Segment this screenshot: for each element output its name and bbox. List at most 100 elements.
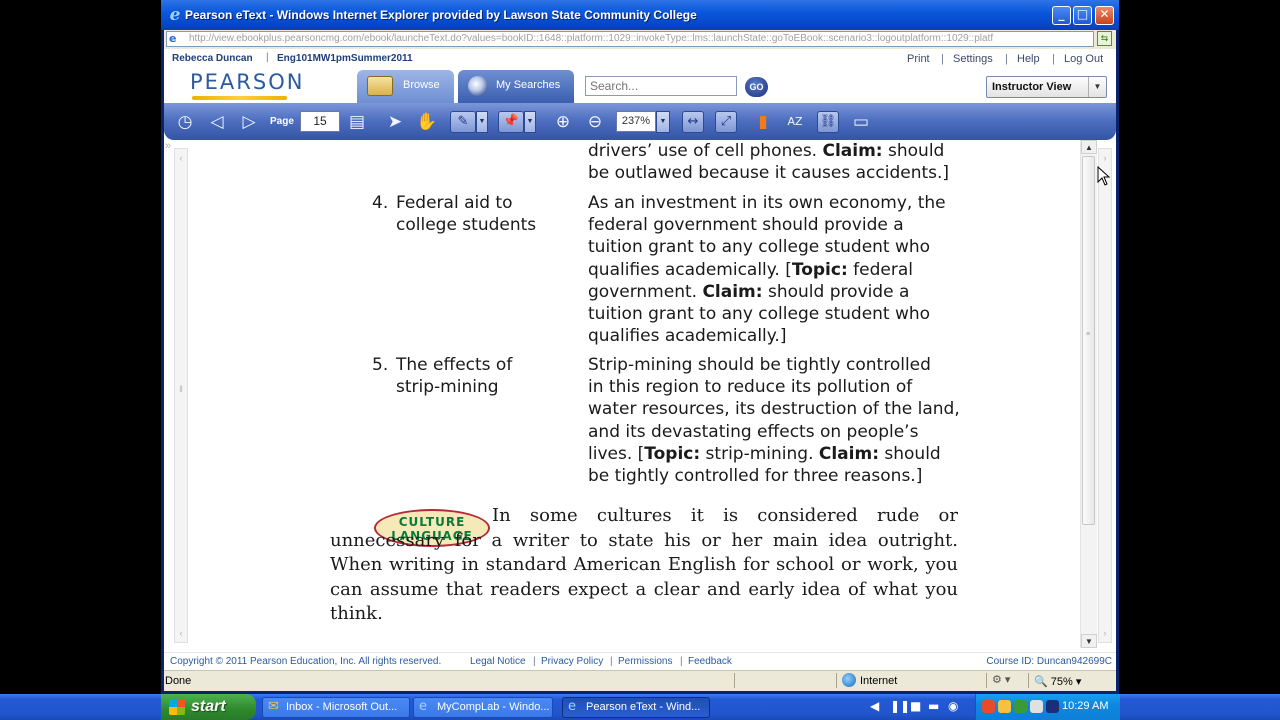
separator: | — [266, 52, 269, 63]
go-button[interactable]: GO — [745, 77, 768, 97]
home-icon[interactable]: ◷ — [174, 111, 196, 133]
glossary-icon[interactable]: AZ — [784, 111, 806, 133]
highlighter-dropdown[interactable]: ▼ — [476, 111, 488, 133]
clock: 10:29 AM — [1062, 700, 1109, 712]
zoom-level-input[interactable]: 237% — [616, 111, 656, 132]
globe-icon — [842, 673, 856, 687]
zoom-level[interactable]: 🔍 75% ▾ — [1034, 675, 1081, 688]
settings-link[interactable]: Settings — [953, 53, 993, 65]
note-dropdown[interactable]: ▼ — [524, 111, 536, 133]
scroll-thumb[interactable]: ≡ — [1082, 156, 1095, 525]
fit-width-icon[interactable]: ↔ — [682, 111, 704, 133]
tab-label: My Searches — [496, 79, 561, 91]
right-panel-toggle[interactable]: › › — [1098, 148, 1112, 643]
url-field[interactable]: e http://view.ebookplus.pearsoncmg.com/e… — [166, 31, 1094, 47]
taskbar-item-mycomplab[interactable]: e MyCompLab - Windo... — [413, 697, 553, 718]
text-line: As an investment in its own economy, the — [588, 193, 946, 213]
tray-app-icon[interactable]: ◉ — [948, 699, 958, 713]
view-select[interactable]: Instructor View ▼ — [986, 76, 1107, 98]
page-number-input[interactable]: 15 — [300, 111, 340, 132]
protected-mode-icon[interactable]: ⚙ ▾ — [992, 673, 1010, 686]
scroll-up-icon[interactable]: ▲ — [1081, 140, 1097, 154]
privacy-policy-link[interactable]: Privacy Policy — [541, 656, 603, 667]
print-link[interactable]: Print — [907, 53, 930, 65]
log-out-link[interactable]: Log Out — [1064, 53, 1103, 65]
select-pointer-icon[interactable]: ➤ — [384, 111, 406, 133]
back-arrow-icon[interactable]: ◁ — [206, 111, 228, 133]
scroll-down-icon[interactable]: ▼ — [1081, 634, 1097, 648]
zoom-out-icon[interactable]: ⊖ — [584, 111, 606, 133]
stop-icon[interactable]: ■ — [910, 699, 921, 713]
taskbar-item-outlook[interactable]: ✉ Inbox - Microsoft Out... — [262, 697, 410, 718]
task-label: MyCompLab - Windo... — [437, 701, 550, 713]
text-line: and its devastating effects on people’s — [588, 421, 919, 442]
chevron-right-icon: › — [1103, 628, 1107, 638]
record-icon[interactable]: ▬ — [928, 699, 939, 713]
task-label: Inbox - Microsoft Out... — [286, 701, 398, 713]
tray-icon[interactable] — [1046, 700, 1059, 713]
title-bar[interactable]: e Pearson eText - Windows Internet Explo… — [161, 0, 1119, 30]
tray-icon[interactable] — [998, 700, 1011, 713]
chevron-left-icon: ‹ — [179, 628, 183, 638]
start-button[interactable]: start — [161, 694, 256, 720]
pause-icon[interactable]: ❚❚ — [890, 699, 910, 713]
separator: | — [610, 656, 613, 667]
close-button[interactable]: ✕ — [1095, 6, 1114, 25]
text-line: qualifies academically.] — [588, 326, 787, 347]
text-line: Strip-mining should be tightly controlle… — [588, 355, 931, 375]
bookmark-icon[interactable]: ▮ — [752, 111, 774, 133]
maximize-button[interactable]: □ — [1073, 6, 1092, 25]
left-panel-toggle[interactable]: ‹ ‖ ‹ — [174, 148, 188, 643]
vertical-scrollbar[interactable]: ▲ ≡ ▼ — [1080, 140, 1097, 648]
link-icon[interactable]: ⛓ — [817, 111, 839, 133]
user-name: Rebecca Duncan — [172, 53, 253, 64]
legal-notice-link[interactable]: Legal Notice — [470, 656, 526, 667]
tray-icon[interactable] — [982, 700, 995, 713]
rewind-icon[interactable]: ◀ — [870, 699, 879, 713]
search-input[interactable] — [585, 76, 737, 96]
mouse-pointer-icon — [1097, 166, 1111, 186]
compatibility-view-icon[interactable]: ⇆ — [1097, 31, 1112, 46]
zoom-in-icon[interactable]: ⊕ — [552, 111, 574, 133]
text-line: be outlawed because it causes accidents.… — [588, 163, 950, 184]
text-line: federal government should provide a — [588, 215, 904, 236]
course-id: Course ID: Duncan942699C — [986, 656, 1112, 667]
text-line: qualifies academically. [Topic: federal — [588, 259, 913, 280]
tab-my-searches[interactable]: My Searches — [458, 70, 574, 103]
text-line: government. Claim: should provide a — [588, 281, 910, 302]
logo-swoosh — [192, 96, 287, 100]
note-pin-icon[interactable]: 📌 — [498, 111, 524, 133]
pan-hand-icon[interactable]: ✋ — [416, 111, 438, 133]
separator: | — [1005, 53, 1008, 65]
forward-arrow-icon[interactable]: ▷ — [238, 111, 260, 133]
ebook-toolbar: ◷ ◁ ▷ Page 15 ▤ ➤ ✋ ✎ ▼ 📌 ▼ ⊕ ⊖ 237% ▼ ↔… — [164, 103, 1116, 140]
outlook-icon: ✉ — [268, 699, 279, 714]
text-line: lives. [Topic: strip-mining. Claim: shou… — [588, 443, 941, 464]
highlighter-icon[interactable]: ✎ — [450, 111, 476, 133]
collapse-panel-icon[interactable]: » — [165, 140, 171, 152]
start-label: start — [191, 698, 226, 715]
text-line: tuition grant to any college student who — [588, 304, 931, 325]
grip-icon: ≡ — [1086, 331, 1091, 338]
chevron-left-icon: ‹ — [179, 153, 183, 163]
zoom-dropdown[interactable]: ▼ — [656, 111, 670, 133]
permissions-link[interactable]: Permissions — [618, 656, 672, 667]
page-label: Page — [270, 116, 294, 127]
text-line: tuition grant to any college student who — [588, 237, 931, 258]
item-topic: Federal aid to college students — [396, 193, 537, 236]
fit-page-icon[interactable]: ⤢ — [715, 111, 737, 133]
chevron-down-icon: ▼ — [1088, 77, 1106, 97]
minimize-button[interactable]: _ — [1052, 6, 1071, 25]
help-link[interactable]: Help — [1017, 53, 1040, 65]
chevron-right-icon: › — [1103, 153, 1107, 163]
address-bar: e http://view.ebookplus.pearsoncmg.com/e… — [164, 30, 1116, 49]
taskbar-item-pearson-etext[interactable]: e Pearson eText - Wind... — [562, 697, 710, 718]
media-icon[interactable]: ▭ — [850, 111, 872, 133]
item-number: 5. — [372, 355, 389, 375]
tray-icon[interactable] — [1030, 700, 1043, 713]
item-topic: The effects of strip-mining — [396, 355, 513, 398]
tray-icon[interactable] — [1014, 700, 1027, 713]
feedback-link[interactable]: Feedback — [688, 656, 732, 667]
book-icon[interactable]: ▤ — [346, 111, 368, 133]
tab-browse[interactable]: Browse — [357, 70, 454, 103]
